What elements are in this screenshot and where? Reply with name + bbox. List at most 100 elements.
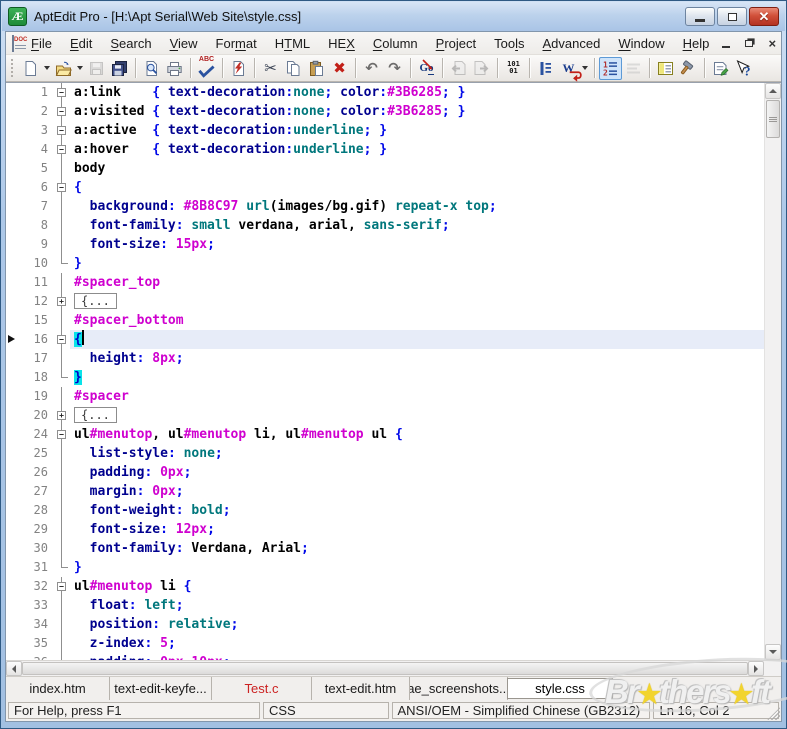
code-text[interactable]: { <box>70 178 764 197</box>
code-text[interactable]: font-size: 12px; <box>70 520 764 539</box>
vertical-scroll-thumb[interactable] <box>766 100 780 138</box>
mdi-close-button[interactable]: × <box>764 36 780 50</box>
menu-tools[interactable]: Tools <box>485 33 533 54</box>
menu-edit[interactable]: Edit <box>61 33 101 54</box>
code-text[interactable]: list-style: none; <box>70 444 764 463</box>
fold-toggle-icon[interactable]: − <box>54 140 70 159</box>
save-icon[interactable] <box>85 57 108 80</box>
context-help-icon[interactable]: ? <box>732 57 755 80</box>
previous-document-icon[interactable] <box>447 57 470 80</box>
code-text[interactable]: font-weight: bold; <box>70 501 764 520</box>
menu-advanced[interactable]: Advanced <box>534 33 610 54</box>
code-text[interactable]: height: 8px; <box>70 349 764 368</box>
undo-icon[interactable]: ↶ <box>360 57 383 80</box>
code-area[interactable]: 1−a:link { text-decoration:none; color:#… <box>6 83 764 660</box>
copy-icon[interactable] <box>282 57 305 80</box>
fold-toggle-icon[interactable]: − <box>54 102 70 121</box>
hex-view-icon[interactable]: 10101 <box>502 57 525 80</box>
code-text[interactable]: {... <box>70 406 764 425</box>
print-icon[interactable] <box>163 57 186 80</box>
code-text[interactable]: padding: 0px; <box>70 463 764 482</box>
open-file-dropdown[interactable] <box>75 57 85 80</box>
code-text[interactable]: font-family: small verdana, arial, sans-… <box>70 216 764 235</box>
properties-icon[interactable] <box>709 57 732 80</box>
save-all-icon[interactable] <box>108 57 131 80</box>
fold-toggle-icon[interactable]: − <box>54 178 70 197</box>
horizontal-scrollbar[interactable] <box>6 660 781 676</box>
code-text[interactable]: a:active { text-decoration:underline; } <box>70 121 764 140</box>
tab-style.css[interactable]: style.css <box>507 678 613 699</box>
collapsed-block[interactable]: {... <box>74 293 117 309</box>
code-text[interactable]: a:visited { text-decoration:none; color:… <box>70 102 764 121</box>
code-text[interactable]: position: relative; <box>70 615 764 634</box>
menu-hex[interactable]: HEX <box>319 33 364 54</box>
tab-text-edit-keyfe...[interactable]: text-edit-keyfe... <box>110 677 212 700</box>
open-file-icon[interactable] <box>52 57 75 80</box>
code-text[interactable]: #spacer_top <box>70 273 764 292</box>
indent-format-icon[interactable] <box>534 57 557 80</box>
code-text[interactable]: } <box>70 558 764 577</box>
code-text[interactable]: a:link { text-decoration:none; color:#3B… <box>70 83 764 102</box>
fold-toggle-icon[interactable]: − <box>54 83 70 102</box>
menu-help[interactable]: Help <box>674 33 719 54</box>
minimize-button[interactable] <box>685 7 715 26</box>
print-preview-icon[interactable] <box>140 57 163 80</box>
redo-icon[interactable]: ↷ <box>383 57 406 80</box>
spell-check-icon[interactable]: ABC <box>195 57 218 80</box>
tab-test.c[interactable]: Test.c <box>212 677 312 700</box>
goto-line-icon[interactable]: Go <box>415 57 438 80</box>
menu-format[interactable]: Format <box>207 33 266 54</box>
fold-toggle-icon[interactable]: − <box>54 121 70 140</box>
delete-icon[interactable]: ✖ <box>328 57 351 80</box>
code-text[interactable]: background: #8B8C97 url(images/bg.gif) r… <box>70 197 764 216</box>
code-text[interactable]: font-size: 15px; <box>70 235 764 254</box>
next-document-icon[interactable] <box>470 57 493 80</box>
ruler-icon[interactable] <box>622 57 645 80</box>
scroll-down-button[interactable] <box>765 644 781 660</box>
tab-text-edit.htm[interactable]: text-edit.htm <box>312 677 410 700</box>
scroll-left-button[interactable] <box>6 661 22 676</box>
menu-project[interactable]: Project <box>427 33 485 54</box>
revert-file-icon[interactable] <box>227 57 250 80</box>
file-panel-icon[interactable] <box>654 57 677 80</box>
code-text[interactable]: margin: 0px; <box>70 482 764 501</box>
code-text[interactable]: {... <box>70 292 764 311</box>
code-text[interactable]: a:hover { text-decoration:underline; } <box>70 140 764 159</box>
code-text[interactable]: padding: 0px 10px; <box>70 653 764 660</box>
fold-toggle-icon[interactable]: + <box>54 292 70 311</box>
vertical-scrollbar[interactable] <box>764 83 781 660</box>
new-file-dropdown[interactable] <box>42 57 52 80</box>
menu-window[interactable]: Window <box>609 33 673 54</box>
tools-icon[interactable] <box>677 57 700 80</box>
close-button[interactable]: ✕ <box>749 7 779 26</box>
horizontal-scroll-thumb[interactable] <box>22 662 748 675</box>
line-numbers-icon[interactable]: 12 <box>599 57 622 80</box>
menu-html[interactable]: HTML <box>266 33 319 54</box>
code-text[interactable]: #spacer <box>70 387 764 406</box>
mdi-minimize-button[interactable] <box>718 36 734 50</box>
code-text[interactable]: body <box>70 159 764 178</box>
scroll-right-button[interactable] <box>748 661 764 676</box>
fold-toggle-icon[interactable]: − <box>54 330 70 349</box>
menu-search[interactable]: Search <box>101 33 160 54</box>
code-text[interactable]: } <box>70 254 764 273</box>
maximize-button[interactable] <box>717 7 747 26</box>
code-text[interactable]: font-family: Verdana, Arial; <box>70 539 764 558</box>
paste-icon[interactable] <box>305 57 328 80</box>
code-text[interactable]: #spacer_bottom <box>70 311 764 330</box>
code-text[interactable]: ul#menutop, ul#menutop li, ul#menutop ul… <box>70 425 764 444</box>
code-text[interactable]: { <box>70 330 764 349</box>
title-bar[interactable]: Æ AptEdit Pro - [H:\Apt Serial\Web Site\… <box>2 2 785 31</box>
fold-toggle-icon[interactable]: + <box>54 406 70 425</box>
menu-file[interactable]: File <box>22 33 61 54</box>
cut-icon[interactable]: ✂ <box>259 57 282 80</box>
code-editor[interactable]: 1−a:link { text-decoration:none; color:#… <box>6 82 781 660</box>
scroll-up-button[interactable] <box>765 83 781 99</box>
fold-toggle-icon[interactable]: − <box>54 425 70 444</box>
fold-toggle-icon[interactable]: − <box>54 577 70 596</box>
tab-ae-screenshots...[interactable]: ae_screenshots... <box>410 677 508 700</box>
menu-column[interactable]: Column <box>364 33 427 54</box>
new-file-icon[interactable] <box>19 57 42 80</box>
menu-view[interactable]: View <box>161 33 207 54</box>
resize-grip[interactable] <box>767 707 780 720</box>
